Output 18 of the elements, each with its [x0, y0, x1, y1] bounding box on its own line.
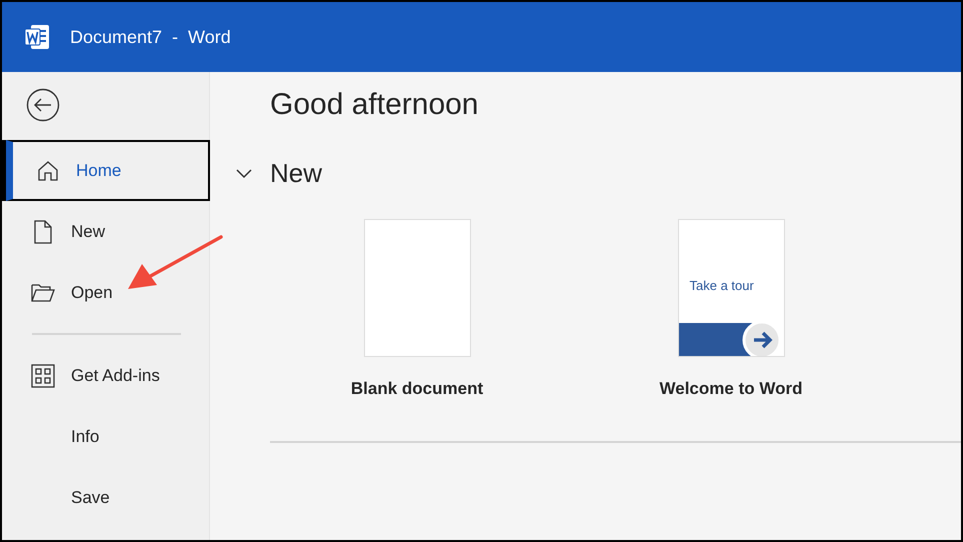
sidebar-item[interactable]: Open	[2, 262, 210, 323]
home-icon	[36, 158, 60, 182]
grid-icon	[31, 364, 55, 388]
template-title: Welcome to Word	[660, 379, 802, 399]
greeting-heading: Good afternoon	[270, 88, 480, 123]
word-logo-icon	[24, 24, 50, 50]
chevron-icon	[236, 168, 252, 178]
back-button[interactable]	[26, 88, 60, 122]
sidebar-item[interactable]: Save	[2, 467, 210, 528]
sidebar-item[interactable]: New	[2, 201, 210, 262]
tour-text: Take a tour	[690, 278, 754, 293]
sidebar-item[interactable]: Info	[2, 406, 210, 467]
folder-icon	[31, 282, 55, 302]
sidebar-item[interactable]: Get Add-ins	[2, 345, 210, 406]
window-title: Document7 - Word	[70, 26, 231, 48]
file-icon	[33, 220, 53, 244]
section-toggle[interactable]: New	[236, 158, 961, 189]
template-title: Blank document	[350, 379, 484, 399]
